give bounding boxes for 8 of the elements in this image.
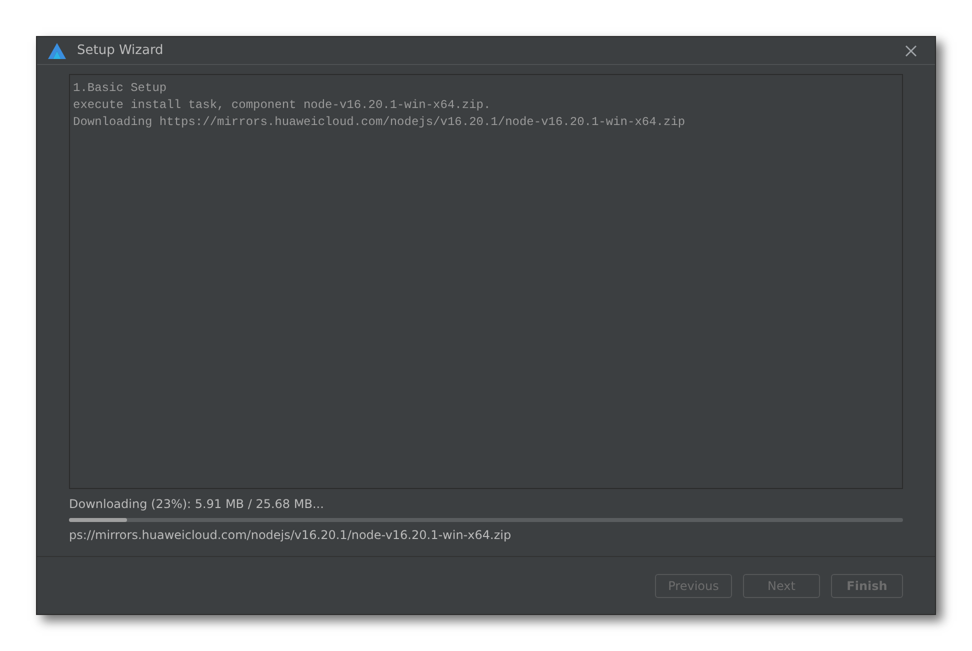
log-line: execute install task, component node-v16.20.1-win-x64.zip. [73, 97, 492, 114]
log-line: 1.Basic Setup [73, 80, 168, 97]
close-icon[interactable] [905, 44, 917, 56]
log-line: Downloading https://mirrors.huaweicloud.com/nodejs/v16.20.1/node-v16.20.1-win-x64.zip [73, 114, 686, 131]
status-text: Downloading (23%): 5.91 MB / 25.68 MB... [69, 497, 325, 511]
logo-icon [48, 42, 66, 58]
download-url: ps://mirrors.huaweicloud.com/nodejs/v16.20.1/node-v16.20.1-win-x64.zip [69, 528, 512, 542]
window-title: Setup Wizard [77, 43, 164, 58]
